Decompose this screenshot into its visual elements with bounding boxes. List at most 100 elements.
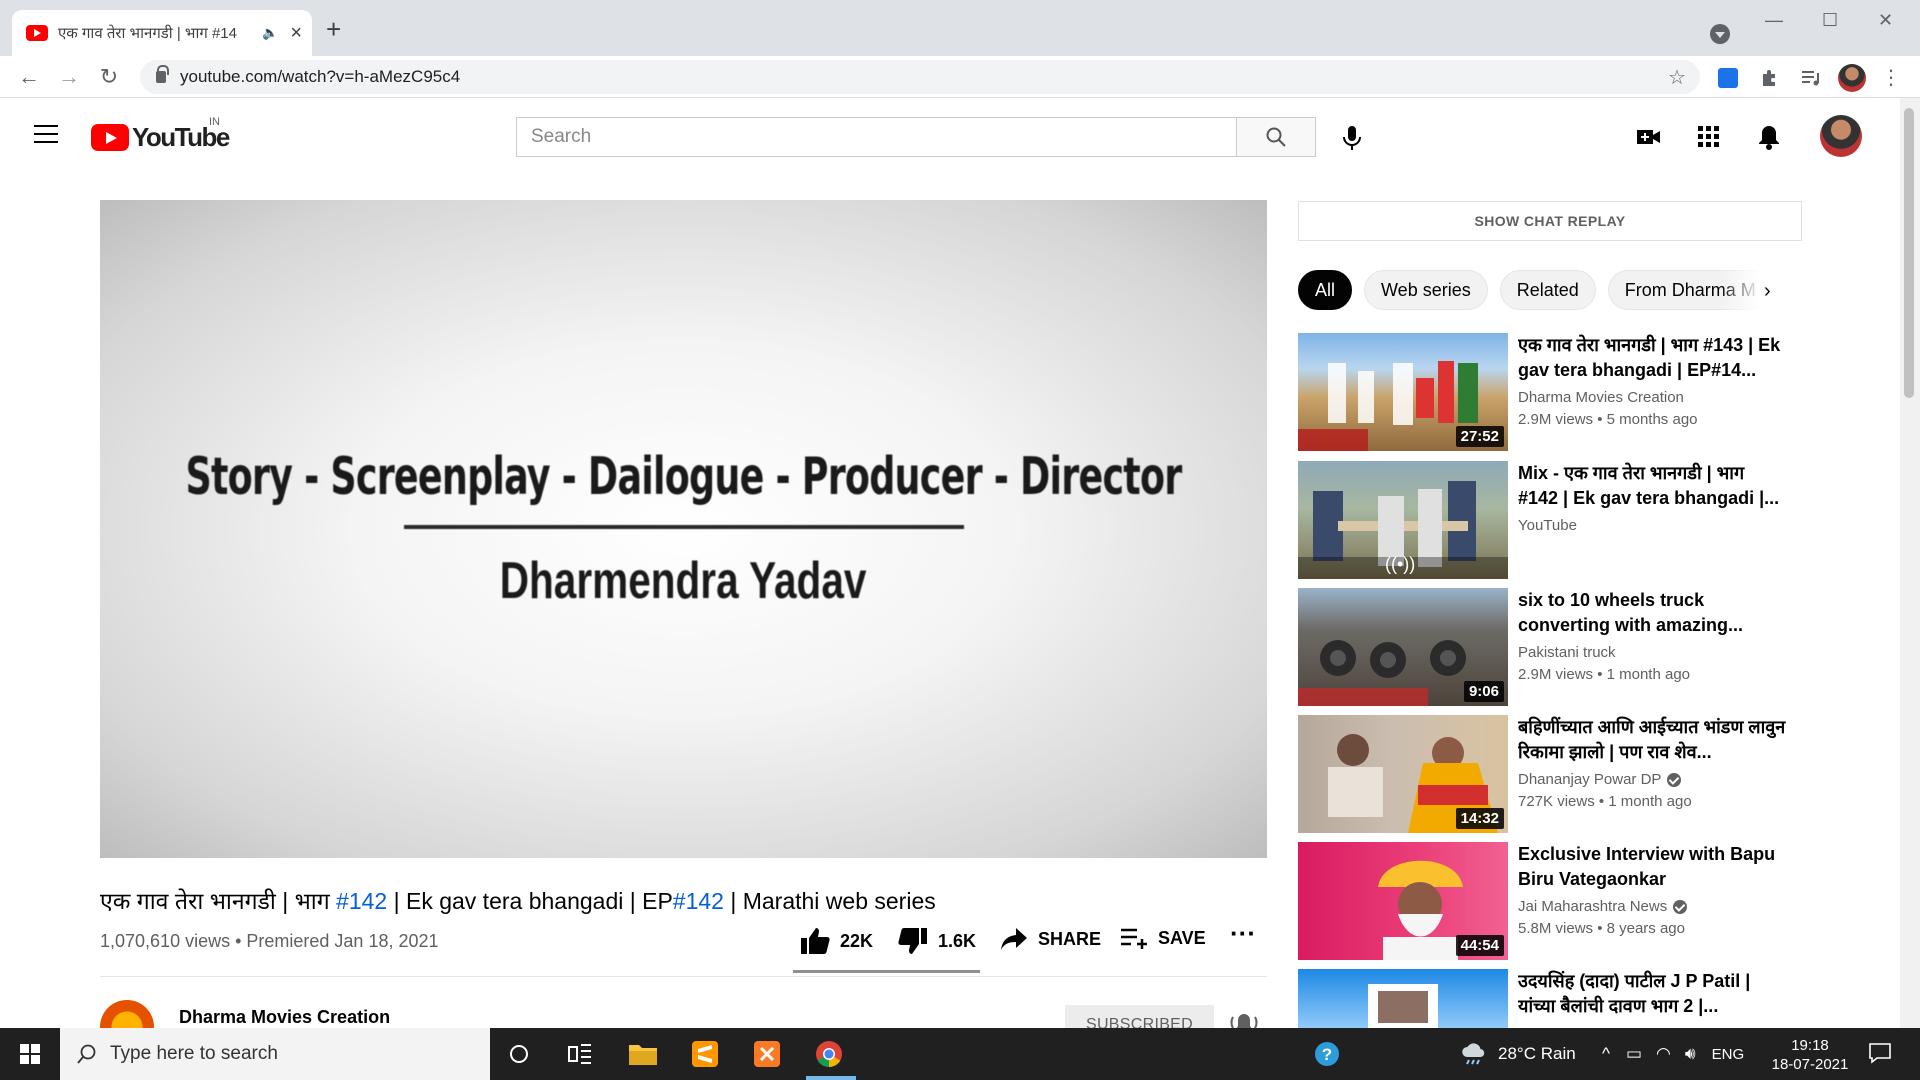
video-thumbnail[interactable] bbox=[1298, 969, 1508, 1028]
recommendation-views: 727K views • 1 month ago bbox=[1518, 793, 1692, 810]
minimize-button[interactable]: — bbox=[1765, 10, 1783, 31]
close-window-button[interactable]: ✕ bbox=[1878, 10, 1893, 31]
help-icon[interactable]: ? bbox=[1310, 1038, 1344, 1070]
show-chat-replay-button[interactable]: SHOW CHAT REPLAY bbox=[1298, 201, 1802, 241]
wifi-icon[interactable]: ◠ bbox=[1656, 1044, 1671, 1064]
cortana-icon[interactable] bbox=[502, 1038, 536, 1070]
like-button[interactable]: 22K bbox=[800, 927, 873, 955]
channel-name[interactable]: Dharma Movies Creation bbox=[179, 1007, 390, 1028]
recommendation-views: 2.9M views • 5 months ago bbox=[1518, 411, 1698, 428]
task-view-icon[interactable] bbox=[563, 1038, 597, 1070]
video-thumbnail[interactable]: 44:54 bbox=[1298, 842, 1508, 960]
recommendation-title[interactable]: एक गाव तेरा भानगडी | भाग #143 | Ek gav t… bbox=[1518, 333, 1786, 383]
media-control-icon[interactable] bbox=[1800, 68, 1820, 88]
recommendation-title[interactable]: उदयसिंह (दादा) पाटील J P Patil | यांच्या… bbox=[1518, 969, 1786, 1019]
browser-toolbar: ← → ↻ youtube.com/watch?v=h-aMezC95c4 ☆ … bbox=[0, 56, 1920, 98]
video-thumbnail[interactable]: ((•)) bbox=[1298, 461, 1508, 579]
chevron-up-icon[interactable]: ^ bbox=[1602, 1044, 1610, 1064]
clock-time: 19:18 bbox=[1791, 1037, 1829, 1054]
dislike-count: 1.6K bbox=[938, 930, 977, 951]
recommendation-item[interactable]: ((•)) Mix - एक गाव तेरा भानगडी | भाग #14… bbox=[1298, 461, 1808, 581]
chrome-menu-icon[interactable]: ⋮ bbox=[1878, 64, 1904, 90]
video-player[interactable]: Story - Screenplay - Dailogue - Producer… bbox=[100, 200, 1267, 858]
verified-badge-icon bbox=[1667, 772, 1682, 787]
system-tray: ^ ▭ ◠ 🔊︎ ENG bbox=[1602, 1028, 1744, 1080]
voice-search-mic-icon[interactable] bbox=[1334, 120, 1370, 156]
reload-icon[interactable]: ↻ bbox=[96, 64, 122, 90]
video-thumbnail[interactable]: 27:52 bbox=[1298, 333, 1508, 451]
weather-widget[interactable]: 28°C Rain bbox=[1460, 1028, 1576, 1080]
channel-label: Dhananjay Powar DP bbox=[1518, 771, 1662, 788]
new-tab-button[interactable]: + bbox=[326, 16, 341, 42]
notification-center-icon[interactable] bbox=[1868, 1042, 1892, 1064]
more-actions-icon[interactable]: ··· bbox=[1230, 918, 1256, 949]
taskbar-search-input[interactable]: Type here to search bbox=[60, 1028, 490, 1080]
apps-grid-icon[interactable] bbox=[1694, 122, 1724, 152]
recommendation-channel[interactable]: Dhananjay Powar DP bbox=[1518, 771, 1682, 788]
battery-icon[interactable]: ▭ bbox=[1626, 1044, 1642, 1064]
recommendation-item[interactable]: उदयसिंह (दादा) पाटील J P Patil | यांच्या… bbox=[1298, 969, 1808, 1028]
lock-icon bbox=[156, 65, 169, 83]
share-button[interactable]: SHARE bbox=[1000, 927, 1101, 951]
windows-start-icon[interactable] bbox=[0, 1028, 60, 1080]
hashtag-link[interactable]: #142 bbox=[673, 888, 724, 914]
bookmark-star-icon[interactable]: ☆ bbox=[1668, 65, 1686, 90]
page-scrollbar-thumb[interactable] bbox=[1904, 108, 1914, 398]
active-app-indicator bbox=[806, 1076, 856, 1080]
search-input[interactable]: Search bbox=[516, 117, 1236, 157]
channel-label: Dharma Movies Creation bbox=[1518, 389, 1684, 406]
recommendation-channel[interactable]: Jai Maharashtra News bbox=[1518, 898, 1688, 915]
xampp-icon[interactable] bbox=[750, 1038, 784, 1070]
tab-title: एक गाव तेरा भानगडी | भाग #14 bbox=[58, 25, 237, 42]
recommendation-title[interactable]: six to 10 wheels truck converting with a… bbox=[1518, 588, 1786, 638]
video-thumbnail[interactable]: 9:06 bbox=[1298, 588, 1508, 706]
speaker-icon[interactable]: 🔈 bbox=[262, 25, 278, 41]
forward-arrow-icon[interactable]: → bbox=[56, 64, 82, 90]
maximize-button[interactable]: ☐ bbox=[1822, 10, 1838, 31]
recommendation-channel[interactable]: Dharma Movies Creation bbox=[1518, 389, 1684, 406]
recommendation-title[interactable]: बहिणींच्यात आणि आईच्यात भांडण लावुन रिका… bbox=[1518, 715, 1786, 765]
extension-drive-icon[interactable] bbox=[1718, 68, 1738, 88]
back-arrow-icon[interactable]: ← bbox=[16, 64, 42, 90]
verified-badge-icon bbox=[1673, 899, 1688, 914]
recommendation-item[interactable]: 44:54 Exclusive Interview with Bapu Biru… bbox=[1298, 842, 1808, 962]
notifications-bell-icon[interactable] bbox=[1754, 122, 1784, 152]
video-thumbnail[interactable]: 14:32 bbox=[1298, 715, 1508, 833]
recommendation-item[interactable]: 27:52 एक गाव तेरा भानगडी | भाग #143 | Ek… bbox=[1298, 333, 1808, 453]
chevron-right-icon[interactable]: › bbox=[1764, 280, 1771, 303]
hashtag-link[interactable]: #142 bbox=[336, 888, 387, 914]
chip-web-series[interactable]: Web series bbox=[1364, 270, 1488, 310]
recommendation-title[interactable]: Exclusive Interview with Bapu Biru Vateg… bbox=[1518, 842, 1786, 892]
browser-tab-active[interactable]: एक गाव तेरा भानगडी | भाग #14 🔈 × bbox=[12, 10, 312, 56]
menu-icon[interactable] bbox=[34, 125, 58, 149]
file-explorer-icon[interactable] bbox=[626, 1038, 660, 1070]
profile-avatar-icon[interactable] bbox=[1838, 64, 1866, 92]
title-part: एक गाव तेरा भानगडी | भाग bbox=[100, 888, 337, 914]
recommendation-channel[interactable]: YouTube bbox=[1518, 517, 1577, 534]
chip-related[interactable]: Related bbox=[1499, 270, 1596, 310]
volume-icon[interactable]: 🔊︎ bbox=[1685, 1044, 1696, 1064]
chip-all[interactable]: All bbox=[1298, 270, 1353, 310]
browser-tab-strip: एक गाव तेरा भानगडी | भाग #14 🔈 × + — ☐ ✕ bbox=[0, 0, 1920, 56]
like-ratio-bar bbox=[793, 970, 980, 973]
recommendation-title[interactable]: Mix - एक गाव तेरा भानगडी | भाग #142 | Ek… bbox=[1518, 461, 1786, 511]
address-bar[interactable]: youtube.com/watch?v=h-aMezC95c4 bbox=[140, 60, 1700, 94]
youtube-logo[interactable]: YouTube IN bbox=[91, 116, 230, 153]
recommendation-item[interactable]: 9:06 six to 10 wheels truck converting w… bbox=[1298, 588, 1808, 708]
extensions-puzzle-icon[interactable] bbox=[1760, 68, 1780, 88]
create-video-icon[interactable] bbox=[1634, 122, 1664, 152]
close-tab-icon[interactable]: × bbox=[290, 22, 302, 45]
tab-search-icon[interactable] bbox=[1710, 24, 1730, 44]
svg-text:?: ? bbox=[1322, 1045, 1332, 1064]
recommendation-item[interactable]: 14:32 बहिणींच्यात आणि आईच्यात भांडण लावु… bbox=[1298, 715, 1808, 835]
video-frame-divider bbox=[403, 525, 964, 529]
chrome-taskbar-icon[interactable] bbox=[812, 1038, 846, 1070]
search-button[interactable] bbox=[1236, 117, 1316, 157]
taskbar-clock[interactable]: 19:18 18-07-2021 bbox=[1770, 1036, 1850, 1074]
language-indicator[interactable]: ENG bbox=[1712, 1046, 1745, 1063]
recommendation-channel[interactable]: Pakistani truck bbox=[1518, 644, 1616, 661]
save-button[interactable]: SAVE bbox=[1120, 927, 1206, 949]
sublime-text-icon[interactable] bbox=[688, 1038, 722, 1070]
dislike-button[interactable]: 1.6K bbox=[898, 927, 976, 955]
account-avatar[interactable] bbox=[1820, 115, 1862, 157]
